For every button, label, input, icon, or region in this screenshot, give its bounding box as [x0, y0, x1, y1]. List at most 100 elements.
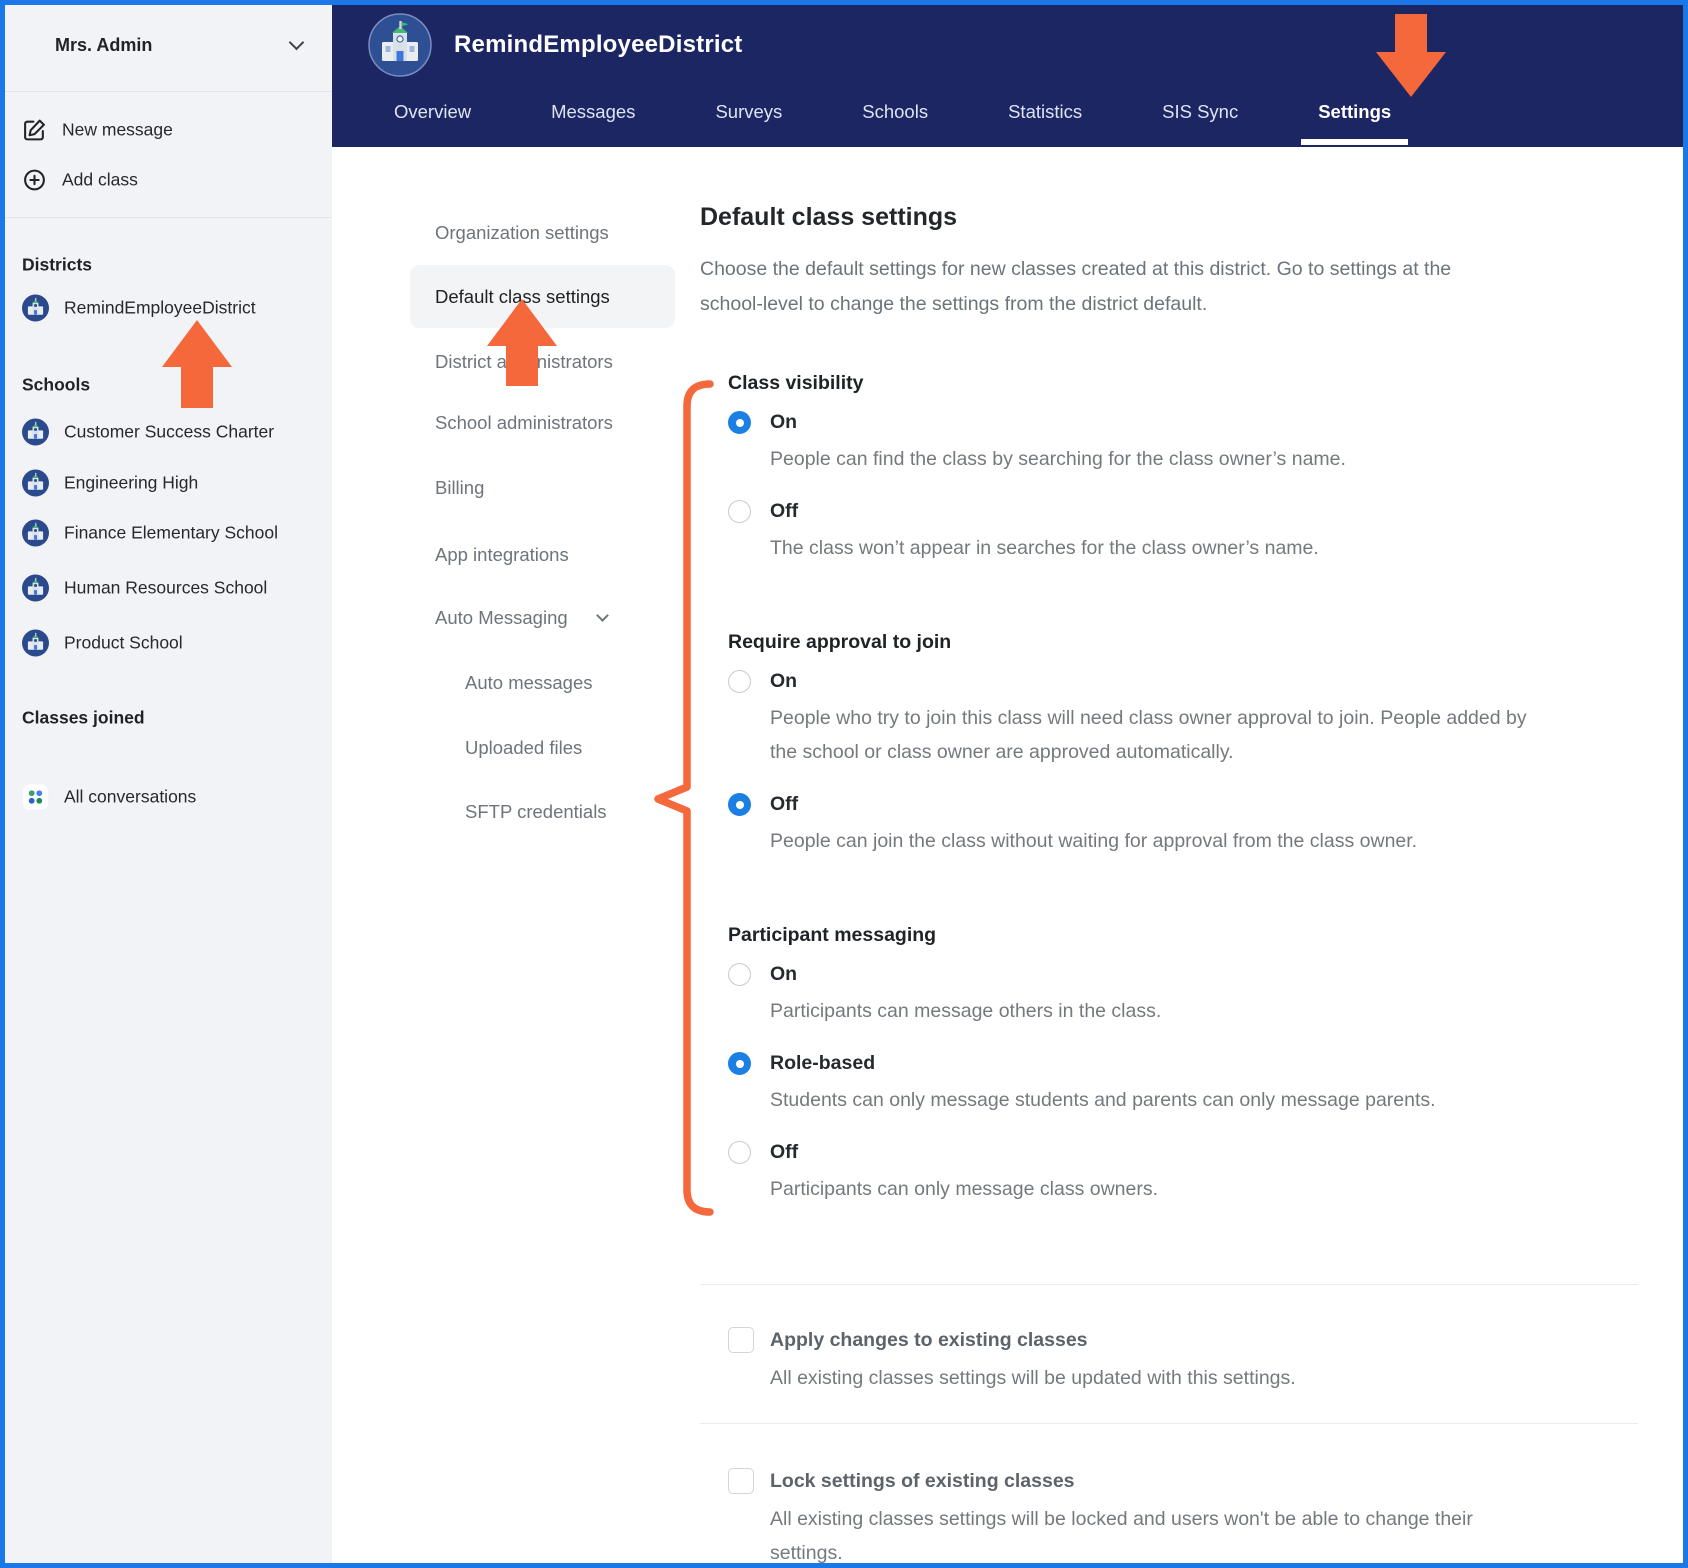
radio-button[interactable]: [728, 1052, 751, 1075]
district-avatar: [368, 13, 432, 77]
radio-description: Participants can message others in the c…: [770, 1000, 1162, 1022]
radio-row[interactable]: Off: [728, 500, 1638, 523]
radio-button[interactable]: [728, 411, 751, 434]
apply-changes-checkbox[interactable]: [728, 1327, 754, 1353]
radio-label: Off: [770, 500, 799, 522]
subnav-uploaded-files[interactable]: Uploaded files: [465, 737, 582, 759]
subnav-district-administrators[interactable]: District administrators: [435, 351, 613, 373]
radio-button[interactable]: [728, 670, 751, 693]
lock-settings-row[interactable]: Lock settings of existing classes: [728, 1468, 1638, 1494]
district-name: RemindEmployeeDistrict: [64, 297, 256, 318]
radio-description: People who try to join this class will n…: [770, 707, 1527, 763]
sidebar-item-school[interactable]: Engineering High: [22, 469, 324, 497]
section-divider: [700, 1284, 1638, 1285]
radio-option-off: Off The class won’t appear in searches f…: [728, 500, 1638, 565]
all-conversations-label: All conversations: [64, 786, 197, 807]
checkbox-label: Lock settings of existing classes: [770, 1469, 1075, 1492]
checkbox-description: All existing classes settings will be lo…: [770, 1508, 1473, 1563]
sidebar-item-school[interactable]: Customer Success Charter: [22, 418, 324, 446]
tab-schools[interactable]: Schools: [862, 84, 928, 140]
radio-description: People can find the class by searching f…: [770, 448, 1346, 470]
tab-messages[interactable]: Messages: [551, 84, 635, 140]
radio-row[interactable]: Off: [728, 793, 1638, 816]
subnav-organization-settings[interactable]: Organization settings: [435, 222, 609, 244]
sidebar-item-district[interactable]: RemindEmployeeDistrict: [22, 294, 324, 322]
school-name: Human Resources School: [64, 577, 268, 598]
add-class-label: Add class: [62, 169, 138, 190]
subnav-app-integrations[interactable]: App integrations: [435, 544, 569, 566]
radio-row[interactable]: On: [728, 963, 1638, 986]
conversations-icon: [22, 784, 49, 810]
radio-description: People can join the class without waitin…: [770, 830, 1418, 852]
sidebar-item-school[interactable]: Finance Elementary School: [22, 519, 324, 547]
radio-option-off: Off Participants can only message class …: [728, 1141, 1638, 1206]
section-divider: [700, 1423, 1638, 1424]
account-name: Mrs. Admin: [55, 35, 153, 55]
radio-button[interactable]: [728, 500, 751, 523]
districts-section-label: Districts: [22, 254, 93, 275]
page-description: Choose the default settings for new clas…: [700, 258, 1452, 315]
radio-row[interactable]: On: [728, 411, 1638, 434]
radio-label: On: [770, 411, 798, 433]
subnav-school-administrators[interactable]: School administrators: [435, 412, 613, 434]
radio-button[interactable]: [728, 1141, 751, 1164]
tab-settings[interactable]: Settings: [1301, 84, 1409, 145]
subnav-selected-label: Default class settings: [435, 285, 610, 307]
subnav-auto-messaging-label: Auto Messaging: [435, 607, 568, 628]
sidebar: Mrs. Admin New message Add class Distric…: [0, 0, 332, 1568]
radio-option-on: On People who try to join this class wil…: [728, 670, 1638, 769]
default-class-settings-panel: Default class settings Choose the defaul…: [680, 147, 1683, 1563]
checkbox-label: Apply changes to existing classes: [770, 1328, 1088, 1351]
subnav-billing[interactable]: Billing: [435, 477, 484, 499]
remind-admin-app: Mrs. Admin New message Add class Distric…: [0, 0, 1688, 1568]
nav-tabs: Overview Messages Surveys Schools Statis…: [394, 84, 1688, 147]
radio-button[interactable]: [728, 793, 751, 816]
radio-description: The class won’t appear in searches for t…: [770, 537, 1319, 559]
school-icon: [22, 629, 49, 657]
radio-label: Off: [770, 1141, 799, 1163]
new-message-label: New message: [62, 119, 173, 140]
add-class-button[interactable]: Add class: [22, 168, 324, 193]
sidebar-item-school[interactable]: Product School: [22, 629, 324, 657]
radio-row[interactable]: Role-based: [728, 1052, 1638, 1075]
radio-button[interactable]: [728, 963, 751, 986]
lock-settings-checkbox[interactable]: [728, 1468, 754, 1494]
tab-surveys[interactable]: Surveys: [715, 84, 782, 140]
sidebar-divider: [0, 217, 332, 218]
plus-circle-icon: [24, 169, 45, 191]
schools-section-label: Schools: [22, 374, 91, 395]
radio-label: On: [770, 963, 798, 985]
checkbox-description: All existing classes settings will be up…: [770, 1367, 1296, 1389]
classes-joined-section-label: Classes joined: [22, 707, 145, 728]
settings-groups: Class visibility On People can find the …: [728, 372, 1638, 1206]
compose-icon: [24, 119, 45, 141]
school-name: Finance Elementary School: [64, 522, 278, 543]
district-title: RemindEmployeeDistrict: [454, 31, 743, 58]
top-navbar: RemindEmployeeDistrict Overview Messages…: [332, 0, 1688, 147]
radio-description: Students can only message students and p…: [770, 1089, 1436, 1111]
subnav-auto-messaging[interactable]: Auto Messaging: [435, 607, 609, 629]
new-message-button[interactable]: New message: [22, 118, 324, 143]
subnav-default-class-settings[interactable]: Default class settings: [410, 265, 675, 328]
subnav-auto-messages[interactable]: Auto messages: [465, 672, 593, 694]
apply-changes-row[interactable]: Apply changes to existing classes: [728, 1327, 1638, 1353]
radio-row[interactable]: Off: [728, 1141, 1638, 1164]
tab-overview[interactable]: Overview: [394, 84, 471, 140]
radio-label: Off: [770, 793, 799, 815]
chevron-down-icon: [288, 34, 305, 51]
tab-sis-sync[interactable]: SIS Sync: [1162, 84, 1238, 140]
sidebar-item-school[interactable]: Human Resources School: [22, 574, 324, 602]
group-heading: Class visibility: [728, 372, 864, 394]
tab-statistics[interactable]: Statistics: [1008, 84, 1082, 140]
radio-option-on: On People can find the class by searchin…: [728, 411, 1638, 476]
radio-option-role-based: Role-based Students can only message stu…: [728, 1052, 1638, 1117]
all-conversations-item[interactable]: All conversations: [22, 784, 324, 811]
radio-row[interactable]: On: [728, 670, 1638, 693]
school-icon: [22, 418, 49, 446]
radio-label: On: [770, 670, 798, 692]
apply-changes-section: Apply changes to existing classes All ex…: [728, 1327, 1638, 1395]
school-icon: [22, 519, 49, 547]
account-switcher[interactable]: Mrs. Admin: [0, 0, 332, 92]
subnav-sftp-credentials[interactable]: SFTP credentials: [465, 801, 607, 823]
lock-settings-section: Lock settings of existing classes All ex…: [728, 1468, 1638, 1563]
